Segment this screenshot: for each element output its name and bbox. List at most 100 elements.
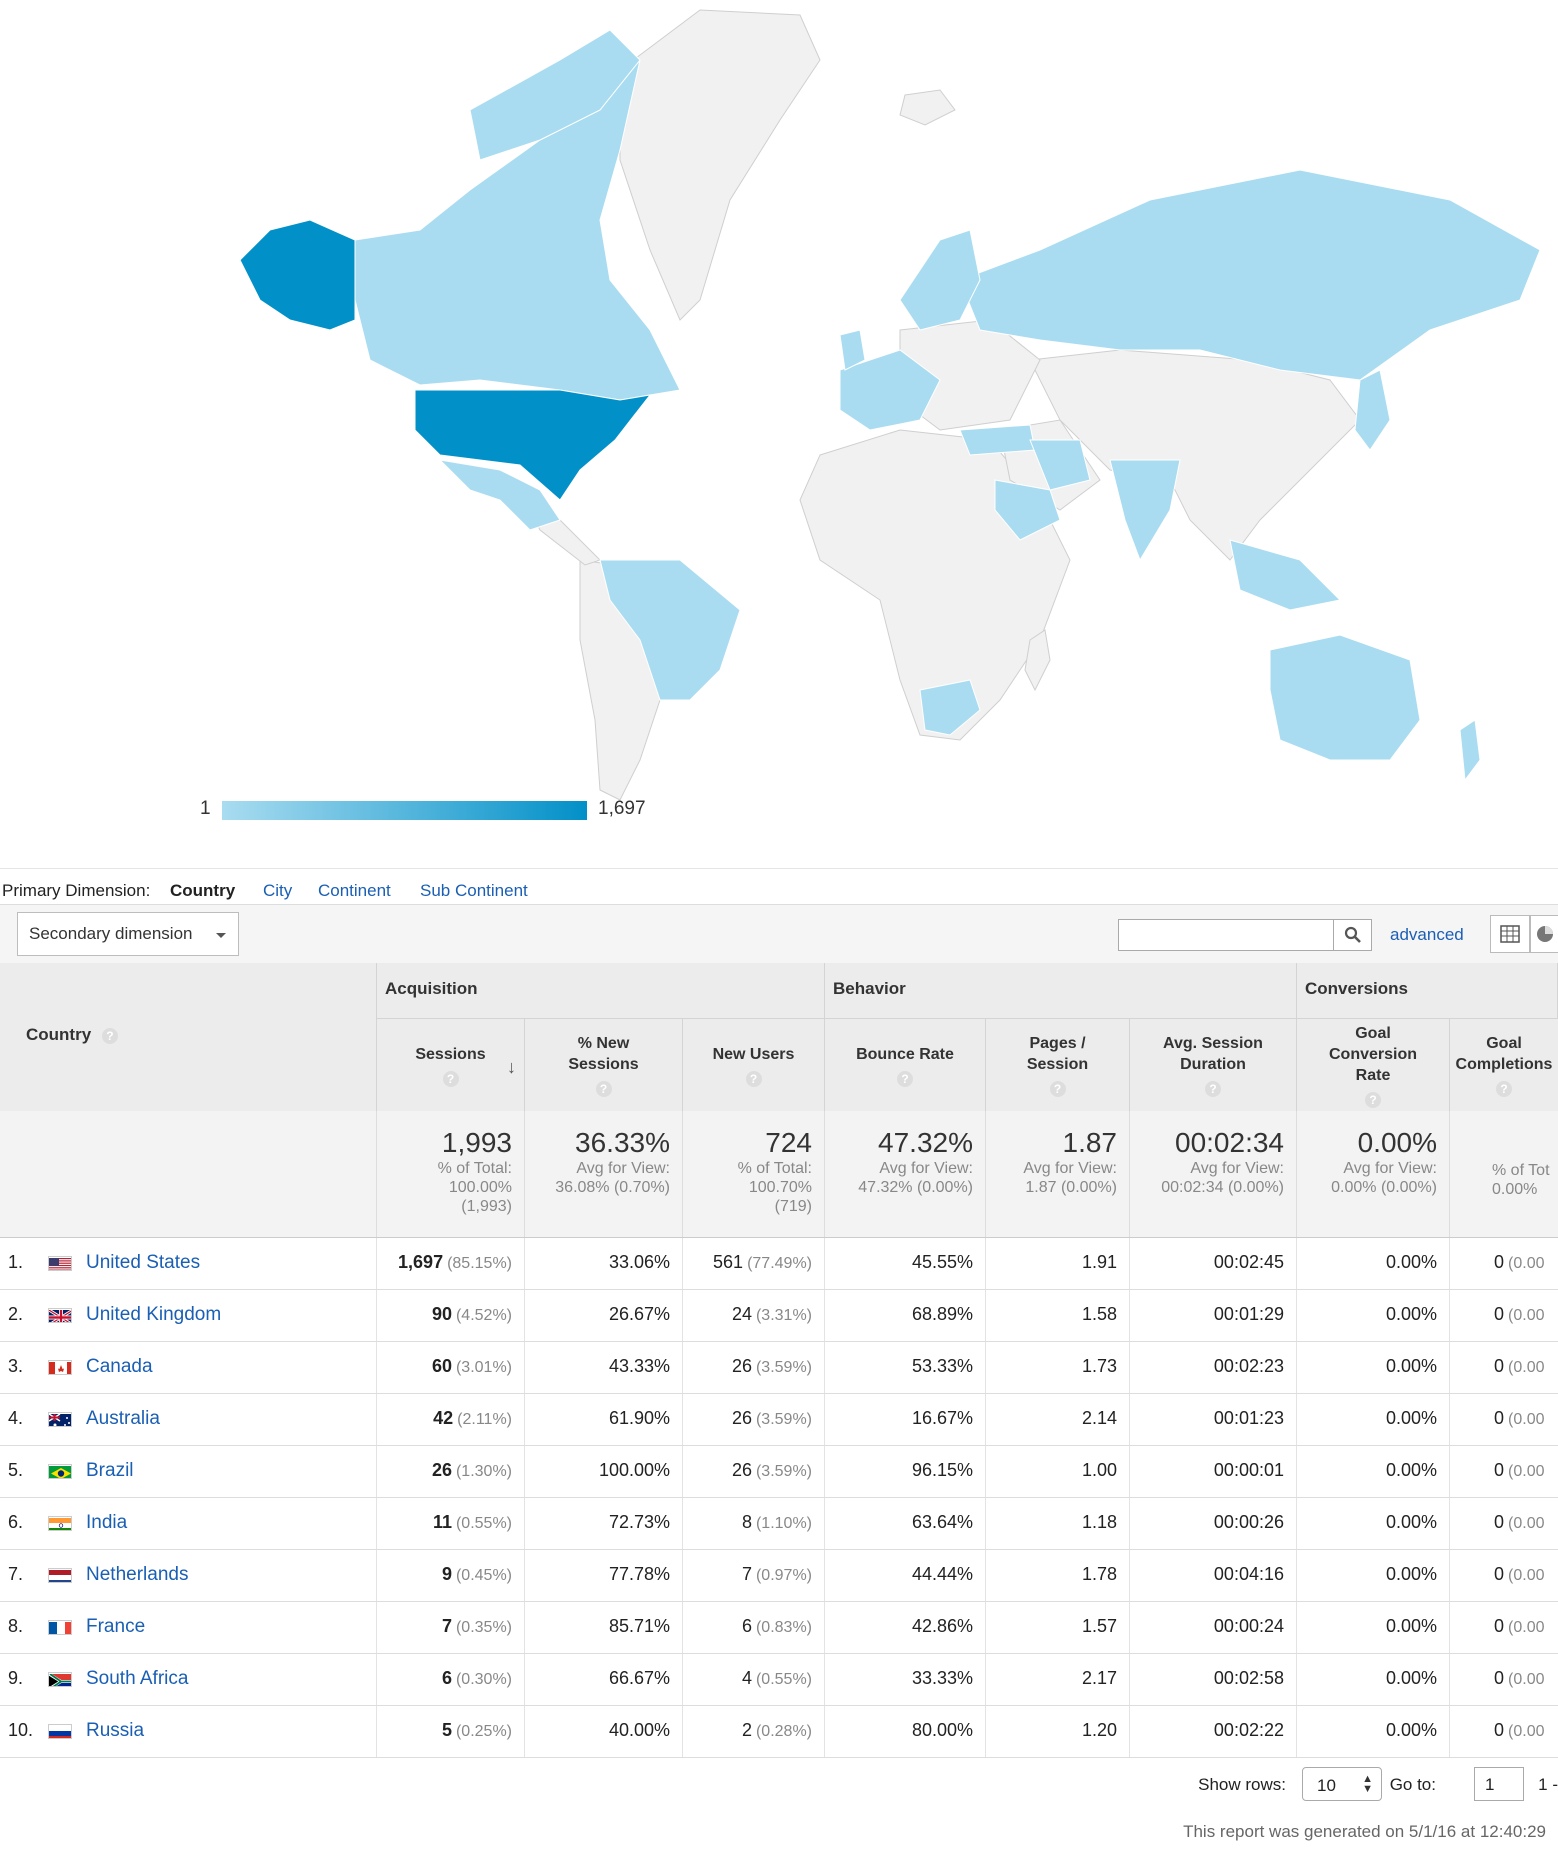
col-bounce-rate-label: Bounce Rate xyxy=(856,1045,954,1063)
sessions-cell: 60 (3.01%) xyxy=(377,1342,525,1393)
alaska-shape xyxy=(239,219,356,331)
row-number: 5. xyxy=(8,1460,24,1480)
pages-session-cell: 1.91 xyxy=(986,1238,1130,1289)
advanced-link[interactable]: advanced xyxy=(1390,925,1464,945)
bounce-rate-cell: 33.33% xyxy=(825,1654,986,1705)
dimension-continent[interactable]: Continent xyxy=(318,881,391,901)
total-bounce-rate: 47.32% Avg for View: 47.32% (0.00%) xyxy=(825,1111,986,1237)
col-new-users[interactable]: New Users ? xyxy=(683,1019,825,1111)
duration-cell: 00:01:29 xyxy=(1130,1290,1297,1341)
dimension-country: Country xyxy=(170,881,236,900)
new-users-value: 26 xyxy=(731,1356,752,1376)
completions-pct: (0.00 xyxy=(1508,1723,1545,1740)
southeast-asia-shape xyxy=(1229,539,1342,611)
sessions-value: 90 xyxy=(431,1304,452,1324)
new-users-pct: (77.49%) xyxy=(747,1255,812,1272)
bounce-rate-cell: 63.64% xyxy=(825,1498,986,1549)
col-goal-conversion-rate[interactable]: Goal Conversion Rate ? xyxy=(1297,1019,1450,1111)
country-link[interactable]: South Africa xyxy=(86,1668,188,1690)
country-cell: 9. South Africa xyxy=(0,1654,377,1705)
col-avg-session-duration[interactable]: Avg. Session Duration ? xyxy=(1130,1019,1297,1111)
usa-shape xyxy=(414,389,652,501)
completions-value: 0 xyxy=(1494,1408,1505,1428)
col-goal-completions[interactable]: Goal Completions ? xyxy=(1450,1019,1558,1111)
duration-cell: 00:01:23 xyxy=(1130,1394,1297,1445)
duration-cell: 00:02:22 xyxy=(1130,1706,1297,1757)
col-new-sessions[interactable]: % New Sessions ? xyxy=(525,1019,683,1111)
completions-cell: 0 (0.00 xyxy=(1450,1394,1558,1445)
secondary-dimension-dropdown[interactable]: Secondary dimension xyxy=(17,912,239,956)
new-zealand-shape xyxy=(1459,719,1481,782)
country-header[interactable]: Country ? xyxy=(0,963,377,1111)
country-link[interactable]: Australia xyxy=(86,1408,160,1430)
total-pages-session: 1.87 Avg for View: 1.87 (0.00%) xyxy=(986,1111,1130,1237)
country-link[interactable]: Russia xyxy=(86,1720,144,1742)
search-icon xyxy=(1344,926,1361,943)
col-bounce-rate[interactable]: Bounce Rate ? xyxy=(825,1019,986,1111)
new-users-cell: 4 (0.55%) xyxy=(683,1654,825,1705)
sessions-pct: (0.35%) xyxy=(455,1619,512,1636)
help-icon[interactable]: ? xyxy=(745,1070,762,1087)
help-icon[interactable]: ? xyxy=(101,1027,118,1044)
help-icon[interactable]: ? xyxy=(595,1081,612,1097)
country-link[interactable]: France xyxy=(86,1616,145,1638)
help-icon[interactable]: ? xyxy=(897,1070,913,1087)
totals-country-cell xyxy=(0,1111,377,1237)
row-number: 7. xyxy=(8,1564,24,1584)
completions-cell: 0 (0.00 xyxy=(1450,1290,1558,1341)
country-link[interactable]: United Kingdom xyxy=(86,1304,221,1326)
col-pages-session-label: Pages / Session xyxy=(1026,1035,1089,1073)
goto-input[interactable]: 1 xyxy=(1474,1767,1524,1801)
duration-cell: 00:00:24 xyxy=(1130,1602,1297,1653)
show-rows-select[interactable]: 10 ▲ ▼ xyxy=(1302,1767,1382,1801)
help-icon[interactable]: ? xyxy=(1205,1081,1221,1097)
sessions-pct: (0.30%) xyxy=(455,1671,512,1688)
flag-icon-in xyxy=(48,1516,72,1531)
table-row: 10. Russia 5 (0.25%) 40.00% 2 (0.28%) 80.00% 1.2… xyxy=(0,1706,1558,1758)
sessions-cell: 7 (0.35%) xyxy=(377,1602,525,1653)
legend-min: 1 xyxy=(200,798,211,819)
world-map[interactable]: 1 1,697 xyxy=(0,0,1558,858)
search-button[interactable] xyxy=(1334,919,1372,951)
dimension-city[interactable]: City xyxy=(263,881,292,901)
new-users-pct: (3.59%) xyxy=(755,1359,812,1376)
completions-cell: 0 (0.00 xyxy=(1450,1238,1558,1289)
help-icon[interactable]: ? xyxy=(1496,1081,1512,1097)
sessions-cell: 6 (0.30%) xyxy=(377,1654,525,1705)
completions-cell: 0 (0.00 xyxy=(1450,1342,1558,1393)
country-link[interactable]: Netherlands xyxy=(86,1564,188,1586)
sessions-pct: (85.15%) xyxy=(447,1255,512,1272)
country-link[interactable]: United States xyxy=(86,1252,200,1274)
row-number: 8. xyxy=(8,1616,24,1636)
pie-view-button[interactable] xyxy=(1530,915,1558,953)
new-users-cell: 8 (1.10%) xyxy=(683,1498,825,1549)
help-icon[interactable]: ? xyxy=(1049,1081,1066,1097)
new-users-pct: (0.28%) xyxy=(755,1723,812,1740)
conversion-rate-cell: 0.00% xyxy=(1297,1394,1450,1445)
table-view-button[interactable] xyxy=(1490,915,1530,953)
sessions-value: 5 xyxy=(441,1720,452,1740)
country-link[interactable]: Brazil xyxy=(86,1460,134,1482)
col-sessions[interactable]: Sessions ? ↓ xyxy=(377,1019,525,1111)
country-link[interactable]: Canada xyxy=(86,1356,153,1378)
dimension-sub-continent[interactable]: Sub Continent xyxy=(420,881,528,901)
row-number: 2. xyxy=(8,1304,24,1324)
show-rows-value: 10 xyxy=(1317,1776,1336,1795)
new-users-cell: 24 (3.31%) xyxy=(683,1290,825,1341)
new-users-cell: 7 (0.97%) xyxy=(683,1550,825,1601)
search-input[interactable] xyxy=(1118,919,1334,951)
table-toolbar: Secondary dimension advanced xyxy=(0,904,1558,964)
completions-value: 0 xyxy=(1494,1460,1505,1480)
country-link[interactable]: India xyxy=(86,1512,127,1534)
help-icon[interactable]: ? xyxy=(1365,1091,1381,1108)
new-users-cell: 26 (3.59%) xyxy=(683,1446,825,1497)
help-icon[interactable]: ? xyxy=(442,1070,459,1087)
sort-down-arrow-icon[interactable]: ↓ xyxy=(507,1057,516,1078)
col-pages-session[interactable]: Pages / Session ? xyxy=(986,1019,1130,1111)
table-row: 9. South Africa 6 (0.30%) 66.67% 4 (0.55%) 33.3… xyxy=(0,1654,1558,1706)
goto-value: 1 xyxy=(1485,1775,1495,1794)
bounce-rate-cell: 44.44% xyxy=(825,1550,986,1601)
completions-cell: 0 (0.00 xyxy=(1450,1498,1558,1549)
completions-value: 0 xyxy=(1494,1304,1505,1324)
goto-label: Go to: xyxy=(1389,1775,1436,1794)
